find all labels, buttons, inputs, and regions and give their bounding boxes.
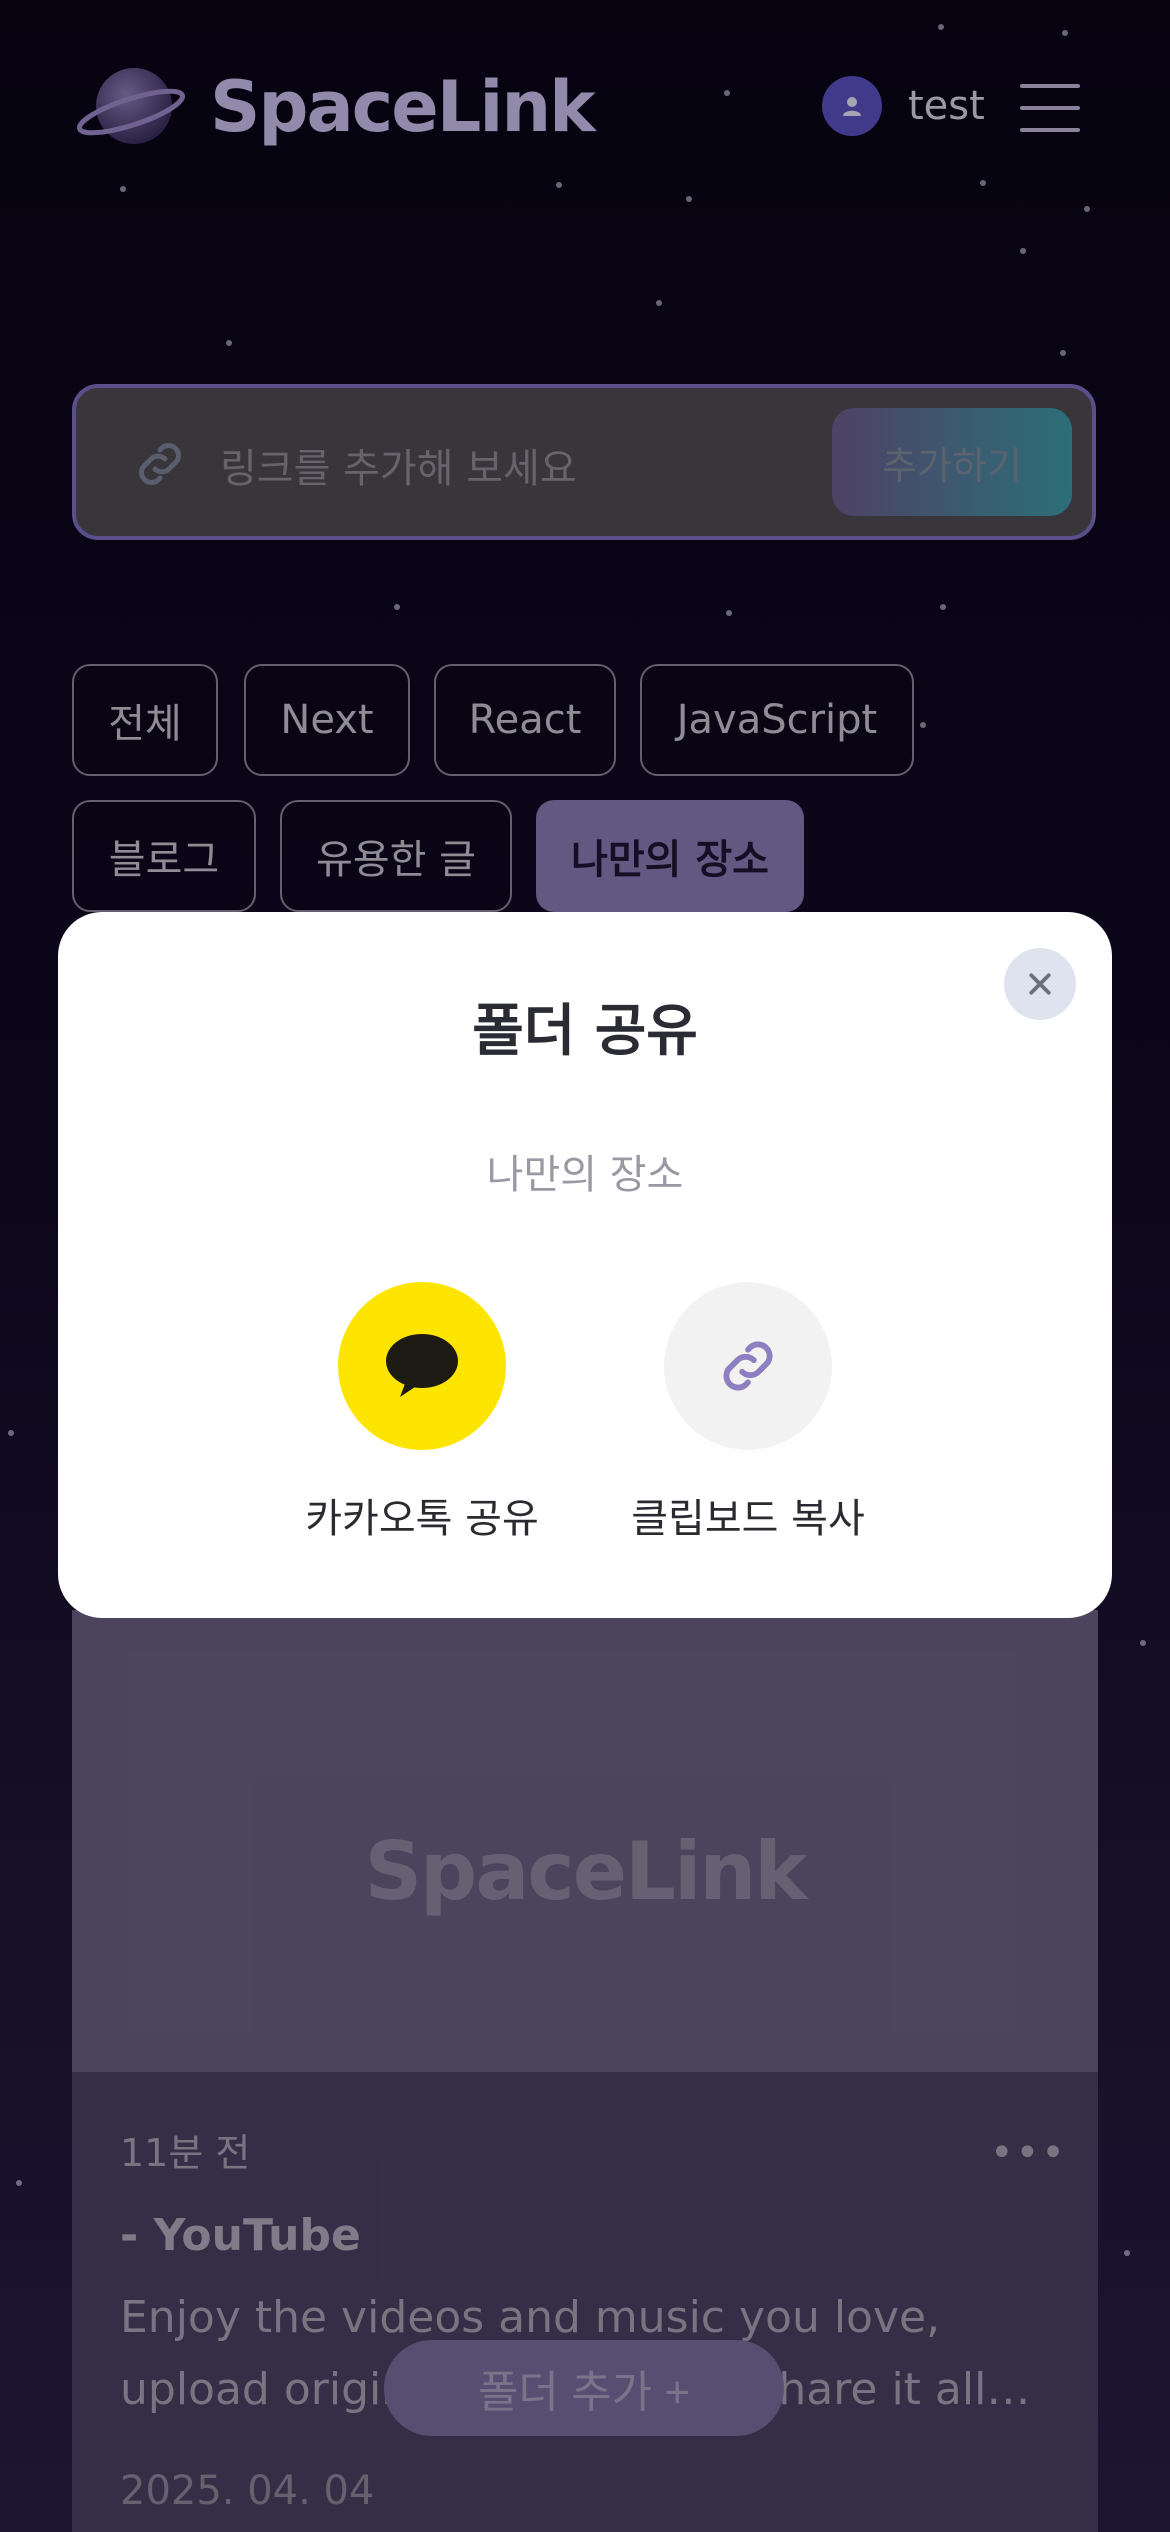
- clipboard-copy-label: 클립보드 복사: [631, 1496, 865, 1542]
- clipboard-copy-button[interactable]: 클립보드 복사: [628, 1282, 868, 1544]
- kakao-share-button[interactable]: 카카오톡 공유: [302, 1282, 542, 1544]
- kakao-share-label: 카카오톡 공유: [305, 1496, 539, 1542]
- clipboard-link-icon: [664, 1282, 832, 1450]
- folder-share-modal: 폴더 공유 나만의 장소 카카오톡 공유 클립보드 복사: [58, 912, 1112, 1618]
- shared-folder-name: 나만의 장소: [486, 1152, 684, 1198]
- kakao-talk-icon: [338, 1282, 506, 1450]
- modal-title: 폴더 공유: [472, 999, 698, 1064]
